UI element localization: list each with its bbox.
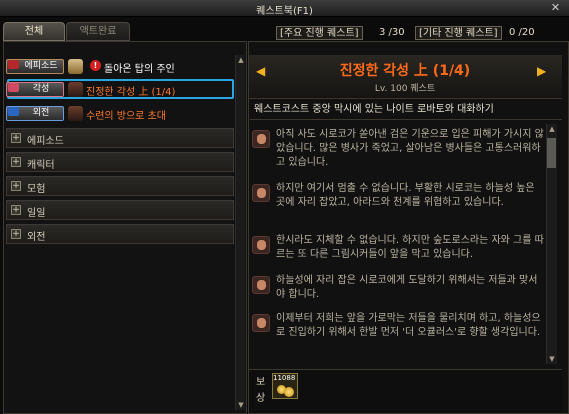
tab-all[interactable]: 전체 bbox=[3, 22, 65, 41]
dialogue-text: 아직 사도 시로코가 쏟아낸 검은 기운으로 입은 피해가 가시지 않았습니다.… bbox=[276, 129, 544, 168]
category-label: 일일 bbox=[27, 208, 46, 219]
npc-portrait-icon bbox=[252, 276, 270, 294]
npc-portrait-icon bbox=[252, 236, 270, 254]
reward-label: 보상 bbox=[256, 377, 266, 404]
category-label: 캐릭터 bbox=[27, 160, 55, 171]
quest-objective: 웨스트코스트 중앙 막시에 있는 나이트 로바토와 대화하기 bbox=[250, 100, 562, 120]
episode-badge-icon bbox=[8, 60, 19, 69]
category-adventure[interactable]: + 모험 bbox=[6, 176, 234, 196]
npc-portrait-icon bbox=[252, 314, 270, 332]
quest-title: 수련의 방으로 초대 bbox=[86, 111, 166, 122]
category-daily[interactable]: + 일일 bbox=[6, 200, 234, 220]
expand-plus-icon[interactable]: + bbox=[11, 157, 21, 167]
book-icon bbox=[68, 59, 83, 74]
quest-row-awakening[interactable]: 각성 진정한 각성 上 (1/4) bbox=[6, 80, 234, 99]
dialogue-text: 하지만 여기서 멈출 수 없습니다. 부활한 시로코는 하늘성 높은 곳에 자리… bbox=[276, 183, 535, 208]
awakening-badge-icon bbox=[8, 83, 19, 92]
coin-shape bbox=[284, 387, 294, 397]
main-quest-counter-value: 3 /30 bbox=[379, 27, 405, 38]
category-side-story[interactable]: + 외전 bbox=[6, 224, 234, 244]
category-label: 외전 bbox=[27, 232, 46, 243]
scrollbar-thumb[interactable] bbox=[547, 138, 556, 168]
quest-level: Lv. 100 퀘스트 bbox=[374, 84, 436, 94]
npc-portrait-icon bbox=[252, 130, 270, 148]
scroll-up-arrow-icon[interactable]: ▲ bbox=[547, 124, 557, 134]
dialogue-text: 하늘성에 자리 잡은 시로코에게 도달하기 위해서는 저들과 맞서야 합니다. bbox=[276, 275, 538, 300]
expand-plus-icon[interactable]: + bbox=[11, 229, 21, 239]
quest-dialogue: 아직 사도 시로코가 쏟아낸 검은 기운으로 입은 피해가 가시지 않았습니다.… bbox=[252, 124, 545, 368]
scroll-up-arrow-icon[interactable]: ▲ bbox=[236, 55, 246, 65]
other-quest-counter-label: [기타 진행 퀘스트] bbox=[415, 26, 502, 40]
expand-plus-icon[interactable]: + bbox=[11, 181, 21, 191]
category-label: 모험 bbox=[27, 184, 46, 195]
scroll-down-arrow-icon[interactable]: ▼ bbox=[547, 354, 557, 364]
quest-title: 진정한 각성 上 (1/4) bbox=[86, 87, 176, 98]
dialogue-text: 한시라도 지체할 수 없습니다. 하지만 숲도로스라는 자와 그를 따르는 또 … bbox=[276, 235, 544, 260]
character-portrait-icon bbox=[68, 82, 83, 97]
quest-row-episode[interactable]: 에피소드 ! 돌아온 탑의 주인 bbox=[6, 57, 234, 76]
quest-list-scrollbar[interactable]: ▲ ▼ bbox=[235, 55, 245, 410]
expand-plus-icon[interactable]: + bbox=[11, 133, 21, 143]
category-episode[interactable]: + 에피소드 bbox=[6, 128, 234, 148]
close-icon[interactable]: ✕ bbox=[548, 1, 563, 15]
quest-title: 돌아온 탑의 주인 bbox=[104, 64, 175, 75]
scroll-down-arrow-icon[interactable]: ▼ bbox=[236, 400, 246, 410]
alert-icon: ! bbox=[90, 60, 101, 71]
expand-plus-icon[interactable]: + bbox=[11, 205, 21, 215]
reward-count: 11088 bbox=[273, 374, 296, 382]
category-character[interactable]: + 캐릭터 bbox=[6, 152, 234, 172]
window-title: 퀘스트북(F1) bbox=[256, 6, 313, 17]
side-story-badge-icon bbox=[8, 107, 19, 116]
npc-portrait-icon bbox=[252, 184, 270, 202]
category-label: 에피소드 bbox=[27, 136, 64, 147]
quest-row-side-story[interactable]: 외전 수련의 방으로 초대 bbox=[6, 104, 234, 123]
other-quest-counter-value: 0 /20 bbox=[509, 27, 535, 38]
next-quest-arrow-icon[interactable]: ▶ bbox=[537, 64, 546, 78]
quest-name: 진정한 각성 上 (1/4) bbox=[339, 63, 471, 79]
main-quest-counter-label: [주요 진행 퀘스트] bbox=[276, 26, 363, 40]
dialogue-text: 이제부터 저희는 앞을 가로막는 저들을 물리치며 하고, 하늘성으로 진입하기… bbox=[276, 313, 541, 338]
character-portrait-icon bbox=[68, 106, 83, 121]
tab-completed-acts[interactable]: 액트완료 bbox=[66, 22, 130, 41]
